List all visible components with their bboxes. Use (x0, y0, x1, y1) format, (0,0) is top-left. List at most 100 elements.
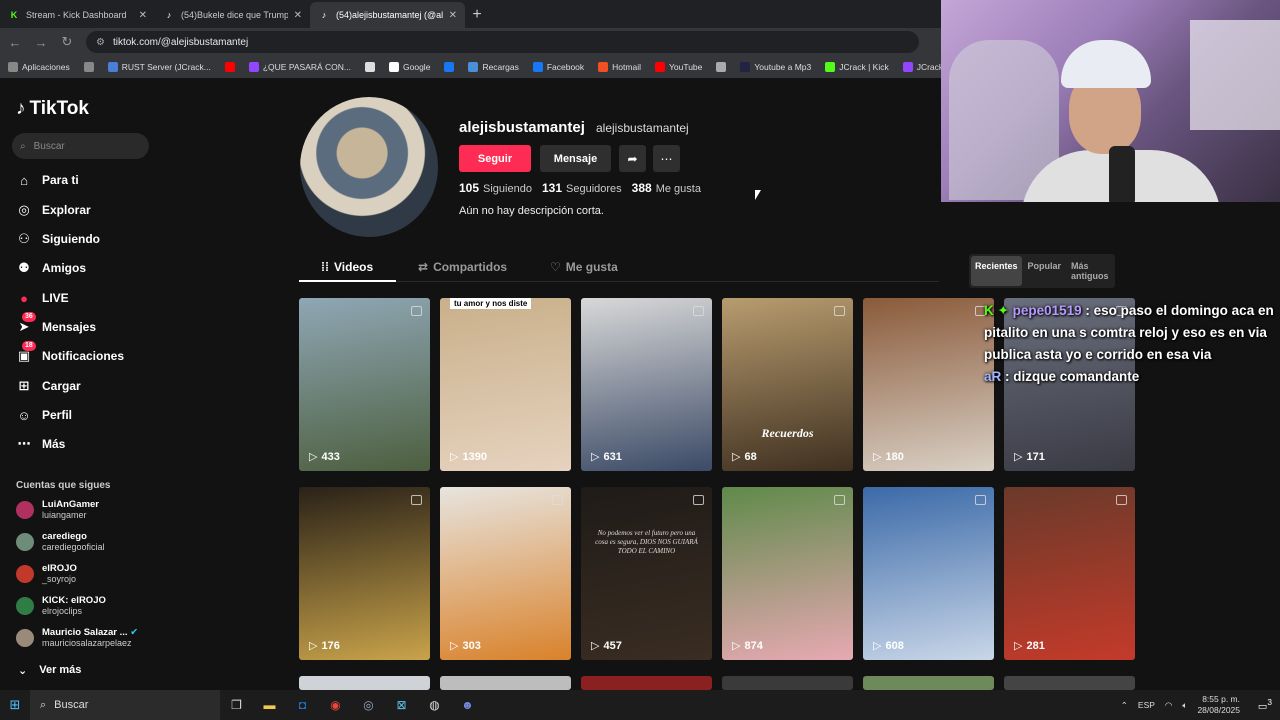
clock[interactable]: 8:55 p. m. 28/08/2025 (1197, 694, 1240, 716)
discord-icon[interactable]: ☻ (451, 698, 484, 712)
stat-siguiendo[interactable]: 105 Siguiendo (459, 181, 532, 195)
follow-button[interactable]: Seguir (459, 145, 531, 172)
sidebar-item-notificaciones[interactable]: ▣ 18 Notificaciones (16, 341, 124, 364)
steam-icon[interactable]: ◎ (352, 698, 385, 712)
followed-account[interactable]: LuiAnGamer luiangamer (16, 499, 99, 521)
followed-account[interactable]: Mauricio Salazar ... ✔ mauriciosalazarpel… (16, 627, 138, 649)
browser-tab[interactable]: ♪ (54)Bukele dice que Trump ya t ✕ (155, 2, 310, 28)
tab-reposts[interactable]: ⇄ Compartidos (418, 260, 507, 274)
browser-tab[interactable]: ♪ (54)alejisbustamantej (@alejis ✕ (310, 2, 465, 28)
followed-account[interactable]: KICK: elROJO elrojoclips (16, 595, 106, 617)
chrome-icon[interactable]: ◉ (319, 698, 352, 712)
terminal-icon[interactable]: ⊠ (385, 698, 418, 712)
site-info-icon[interactable]: ⚙ (96, 37, 105, 48)
tab-videos[interactable]: ⁞⁞ Videos (321, 260, 373, 274)
close-icon[interactable]: ✕ (139, 10, 147, 21)
followed-account[interactable]: carediego carediegooficial (16, 531, 105, 553)
stat-me-gusta[interactable]: 388 Me gusta (632, 181, 701, 195)
sidebar-item-siguiendo[interactable]: ⚇ Siguiendo (16, 231, 100, 247)
sidebar-item-para-ti[interactable]: ⌂ Para ti (16, 172, 79, 188)
video-thumbnail[interactable]: No podemos ver el futuro pero una cosa e… (581, 487, 712, 660)
video-thumbnail[interactable] (1004, 676, 1135, 690)
video-thumbnail[interactable] (863, 676, 994, 690)
profile-avatar[interactable] (300, 97, 438, 237)
bookmark-item[interactable]: Hotmail (598, 62, 641, 72)
bookmark-item[interactable]: Facebook (532, 62, 584, 72)
notification-center-icon[interactable]: ▭3 (1258, 697, 1272, 712)
video-thumbnail[interactable] (581, 676, 712, 690)
video-thumbnail[interactable]: ▷ 608 (863, 487, 994, 660)
tray-chevron-icon[interactable]: ⌃ (1121, 700, 1128, 711)
bookmark-item[interactable]: RUST Server (JCrack... (107, 62, 211, 72)
new-tab-button[interactable]: + (465, 2, 489, 28)
video-thumbnail[interactable]: ▷ 176 (299, 487, 430, 660)
sidebar-item-cargar[interactable]: ⊞ Cargar (16, 378, 81, 394)
video-thumbnail[interactable] (299, 676, 430, 690)
bookmark-item[interactable] (224, 62, 235, 72)
file-explorer-icon[interactable]: ▬ (253, 698, 286, 712)
sort-popular[interactable]: Popular (1024, 256, 1066, 286)
facebook-icon (444, 62, 455, 72)
task-view-icon[interactable]: ❐ (220, 698, 253, 712)
bookmark-item[interactable] (444, 62, 455, 72)
sidebar-item-amigos[interactable]: ⚉ Amigos (16, 260, 86, 276)
search-icon: ⌕ (20, 140, 26, 152)
bookmark-item[interactable]: JCrack - Twitch (902, 62, 941, 72)
sort-recent[interactable]: Recientes (971, 256, 1022, 286)
video-thumbnail[interactable] (440, 676, 571, 690)
bookmark-item[interactable]: Recargas (468, 62, 519, 72)
search-input[interactable]: ⌕ Buscar (12, 133, 149, 159)
video-thumbnail[interactable]: ▷ 631 (581, 298, 712, 471)
forward-icon[interactable]: → (34, 35, 48, 50)
bookmark-item[interactable]: JCrack | Kick (825, 62, 889, 72)
browser-tab[interactable]: K Stream - Kick Dashboard ✕ (0, 2, 155, 28)
language-indicator[interactable]: ESP (1138, 700, 1155, 710)
wifi-icon[interactable]: ◠ (1165, 700, 1172, 711)
more-options-button[interactable]: ⋯ (653, 145, 680, 172)
kick-icon: K (10, 10, 18, 20)
video-thumbnail[interactable]: ▷ 433 (299, 298, 430, 471)
stat-seguidores[interactable]: 131 Seguidores (542, 181, 622, 195)
sidebar-item-perfil[interactable]: ☺ Perfil (16, 407, 72, 423)
sort-oldest[interactable]: Más antiguos (1067, 256, 1113, 286)
video-thumbnail[interactable]: ▷ 180 (863, 298, 994, 471)
volume-icon[interactable]: 🔈︎ (1182, 700, 1187, 711)
repost-icon: ⇄ (418, 260, 429, 274)
sidebar-item-mensajes[interactable]: ➤ 36 Mensajes (16, 312, 96, 335)
video-thumbnail[interactable]: Recuerdos ▷ 68 (722, 298, 853, 471)
back-icon[interactable]: ← (8, 35, 22, 50)
bookmark-item[interactable]: YouTube (654, 62, 702, 72)
outlook-icon[interactable]: ◘ (286, 698, 319, 712)
video-thumbnail[interactable]: tu amor y nos diste ▷ 1390 (440, 298, 571, 471)
sidebar-item-live[interactable]: ● LIVE (16, 290, 69, 306)
reload-icon[interactable]: ↻ (60, 34, 74, 50)
tab-likes[interactable]: ♡ Me gusta (550, 260, 618, 274)
followed-account[interactable]: elROJO _soyrojo (16, 563, 77, 585)
video-thumbnail[interactable]: ▷ 281 (1004, 487, 1135, 660)
bookmark-item[interactable]: Aplicaciones (8, 62, 70, 72)
avatar (16, 565, 34, 583)
sidebar-item-explorar[interactable]: ◎ Explorar (16, 202, 90, 218)
message-button[interactable]: Mensaje (540, 145, 611, 172)
share-button[interactable]: ➦ (619, 145, 646, 172)
video-thumbnail[interactable]: ▷ 303 (440, 487, 571, 660)
tiktok-logo[interactable]: ♪ TikTok (16, 98, 89, 120)
video-thumbnail[interactable] (722, 676, 853, 690)
photo-carousel-icon (834, 306, 845, 316)
bookmark-item[interactable] (83, 62, 94, 72)
bookmark-item[interactable]: Google (389, 62, 430, 72)
avatar (16, 501, 34, 519)
close-icon[interactable]: ✕ (294, 10, 302, 21)
url-field[interactable]: ⚙ tiktok.com/@alejisbustamantej (86, 31, 919, 53)
taskbar-search[interactable]: ⌕ Buscar (30, 690, 220, 720)
close-icon[interactable]: ✕ (449, 10, 457, 21)
video-thumbnail[interactable]: ▷ 874 (722, 487, 853, 660)
bookmark-item[interactable]: ¿QUE PASARÁ CON... (248, 62, 351, 72)
bookmark-item[interactable] (365, 62, 376, 72)
see-more-button[interactable]: ⌄ Ver más (18, 664, 81, 677)
bookmark-item[interactable] (716, 62, 727, 72)
windows-start-icon[interactable]: ⊞ (0, 697, 30, 713)
sidebar-item-más[interactable]: ⋯ Más (16, 436, 66, 452)
obs-icon[interactable]: ◍ (418, 698, 451, 712)
bookmark-item[interactable]: Youtube a Mp3 (740, 62, 811, 72)
